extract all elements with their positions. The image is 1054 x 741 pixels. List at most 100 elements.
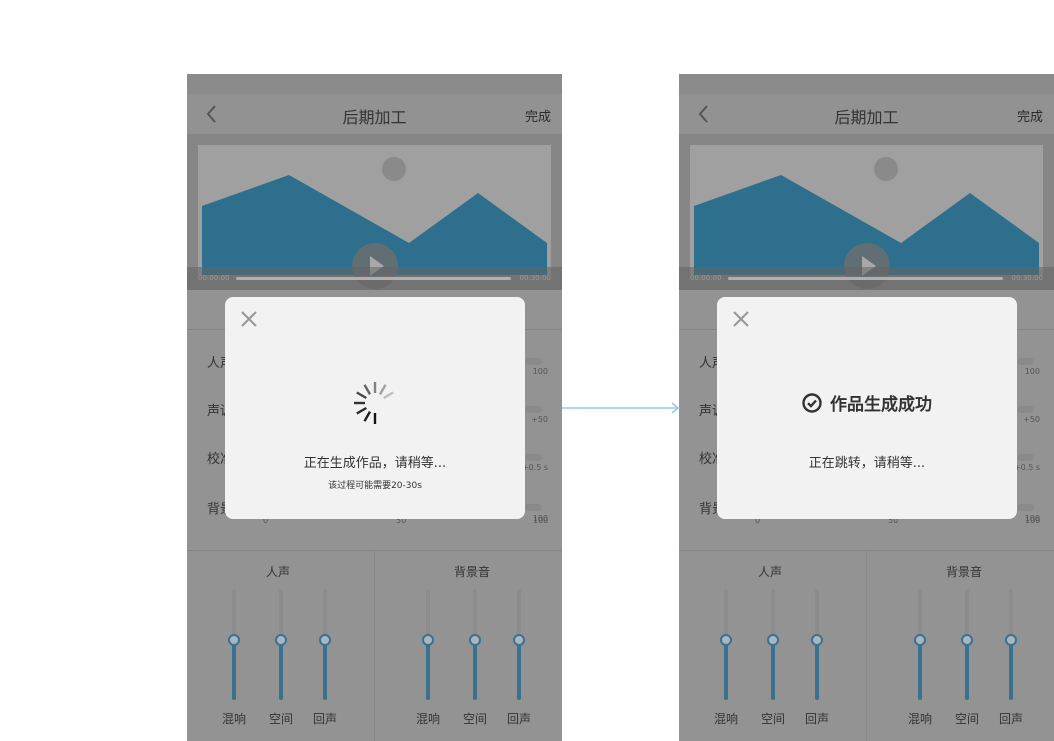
slider-knob[interactable]	[767, 634, 779, 646]
page-title: 后期加工	[342, 108, 407, 127]
slider-knob[interactable]	[961, 634, 973, 646]
slider-fill	[279, 640, 283, 700]
spinner-tick	[383, 391, 394, 400]
slider-knob[interactable]	[228, 634, 240, 646]
modal-dialog: 作品生成成功正在跳转，请稍等...	[717, 297, 1017, 519]
slider-fill	[426, 640, 430, 700]
vertical-slider[interactable]	[720, 589, 732, 700]
row-slider[interactable]	[1017, 358, 1034, 365]
voice-panel-title: 人声	[265, 565, 290, 579]
slider-fill	[517, 640, 521, 700]
spinner-tick	[378, 384, 387, 395]
time-end: 00:30:00	[1011, 274, 1043, 282]
vertical-slider[interactable]	[1005, 589, 1017, 700]
divider	[866, 551, 867, 741]
slider-fill	[1009, 640, 1013, 700]
slider-knob[interactable]	[1005, 634, 1017, 646]
done-button[interactable]: 完成	[1017, 106, 1043, 125]
vertical-slider[interactable]	[319, 589, 331, 700]
check-circle-icon	[802, 393, 822, 413]
slider-knob[interactable]	[422, 634, 434, 646]
row-slider[interactable]	[525, 454, 542, 461]
vertical-slider[interactable]	[914, 589, 926, 700]
spinner-tick	[373, 382, 377, 393]
success-screen: 后期加工 完成 00:00:00 00:30:00 人声 100 声调 +50 …	[679, 74, 1054, 741]
scale-max: 100	[533, 516, 549, 525]
slider-knob[interactable]	[469, 634, 481, 646]
video-progress-bar[interactable]	[236, 277, 511, 280]
vertical-slider[interactable]	[422, 589, 434, 700]
video-player[interactable]: 00:00:00 00:30:00	[187, 134, 562, 290]
done-button[interactable]: 完成	[525, 106, 551, 125]
slider-label: 混响	[907, 712, 932, 726]
success-title: 作品生成成功	[717, 390, 1017, 415]
modal-dialog: 正在生成作品，请稍等... 该过程可能需要20-30s	[225, 297, 525, 519]
row-slider[interactable]	[525, 358, 542, 365]
vertical-slider[interactable]	[961, 589, 973, 700]
spinner-tick	[356, 406, 367, 415]
divider	[374, 551, 375, 741]
slider-label: 回声	[804, 712, 829, 726]
row-slider[interactable]	[1017, 504, 1034, 511]
row-slider[interactable]	[525, 406, 542, 413]
slider-fill	[473, 640, 477, 700]
slider-knob[interactable]	[720, 634, 732, 646]
spinner-tick	[356, 391, 367, 400]
slider-knob[interactable]	[811, 634, 823, 646]
close-icon[interactable]	[731, 309, 751, 329]
time-start: 00:00:00	[690, 274, 722, 282]
row-slider[interactable]	[525, 504, 542, 511]
video-player[interactable]: 00:00:00 00:30:00	[679, 134, 1054, 290]
slider-label: 混响	[415, 712, 440, 726]
vertical-slider[interactable]	[767, 589, 779, 700]
vertical-slider[interactable]	[469, 589, 481, 700]
nav-bar: 后期加工 完成	[187, 94, 562, 134]
vertical-slider[interactable]	[811, 589, 823, 700]
slider-label: 混响	[713, 712, 738, 726]
row-value: +50	[531, 415, 548, 424]
status-bar	[187, 74, 562, 94]
row-value: 100	[532, 367, 548, 376]
loading-message: 正在生成作品，请稍等...	[303, 456, 447, 471]
vertical-slider[interactable]	[513, 589, 525, 700]
page-title: 后期加工	[834, 108, 899, 127]
loading-hint: 该过程可能需要20-30s	[328, 481, 422, 491]
video-controls: 00:00:00 00:30:00	[679, 267, 1054, 290]
voice-panel-title: 人声	[757, 565, 782, 579]
flow-arrow-icon	[562, 402, 679, 414]
row-slider[interactable]	[1017, 454, 1034, 461]
video-progress-bar[interactable]	[728, 277, 1003, 280]
slider-knob[interactable]	[319, 634, 331, 646]
slider-knob[interactable]	[275, 634, 287, 646]
redirect-message: 正在跳转，请稍等...	[808, 456, 926, 471]
bgm-panel-title: 背景音	[453, 565, 490, 579]
close-icon[interactable]	[239, 309, 259, 329]
slider-fill	[965, 640, 969, 700]
spinner-tick	[363, 411, 372, 422]
slider-fill	[771, 640, 775, 700]
vertical-slider[interactable]	[228, 589, 240, 700]
success-text: 作品生成成功	[830, 395, 932, 415]
slider-knob[interactable]	[513, 634, 525, 646]
slider-label: 混响	[221, 712, 246, 726]
slider-label: 回声	[998, 712, 1023, 726]
slider-label: 空间	[954, 712, 979, 726]
row-value: 100	[1024, 367, 1040, 376]
row-value: +0.5 s	[1013, 463, 1040, 472]
loading-spinner-icon	[354, 382, 394, 424]
scale-max: 100	[1025, 516, 1041, 525]
row-value: +50	[1023, 415, 1040, 424]
row-value: +0.5 s	[521, 463, 548, 472]
row-slider[interactable]	[1017, 406, 1034, 413]
slider-label: 空间	[268, 712, 293, 726]
slider-label: 回声	[312, 712, 337, 726]
time-end: 00:30:00	[519, 274, 551, 282]
time-start: 00:00:00	[198, 274, 230, 282]
slider-fill	[323, 640, 327, 700]
spinner-tick	[373, 413, 377, 424]
slider-knob[interactable]	[914, 634, 926, 646]
spinner-tick	[354, 401, 365, 405]
vertical-slider[interactable]	[275, 589, 287, 700]
slider-fill	[232, 640, 236, 700]
slider-label: 空间	[462, 712, 487, 726]
